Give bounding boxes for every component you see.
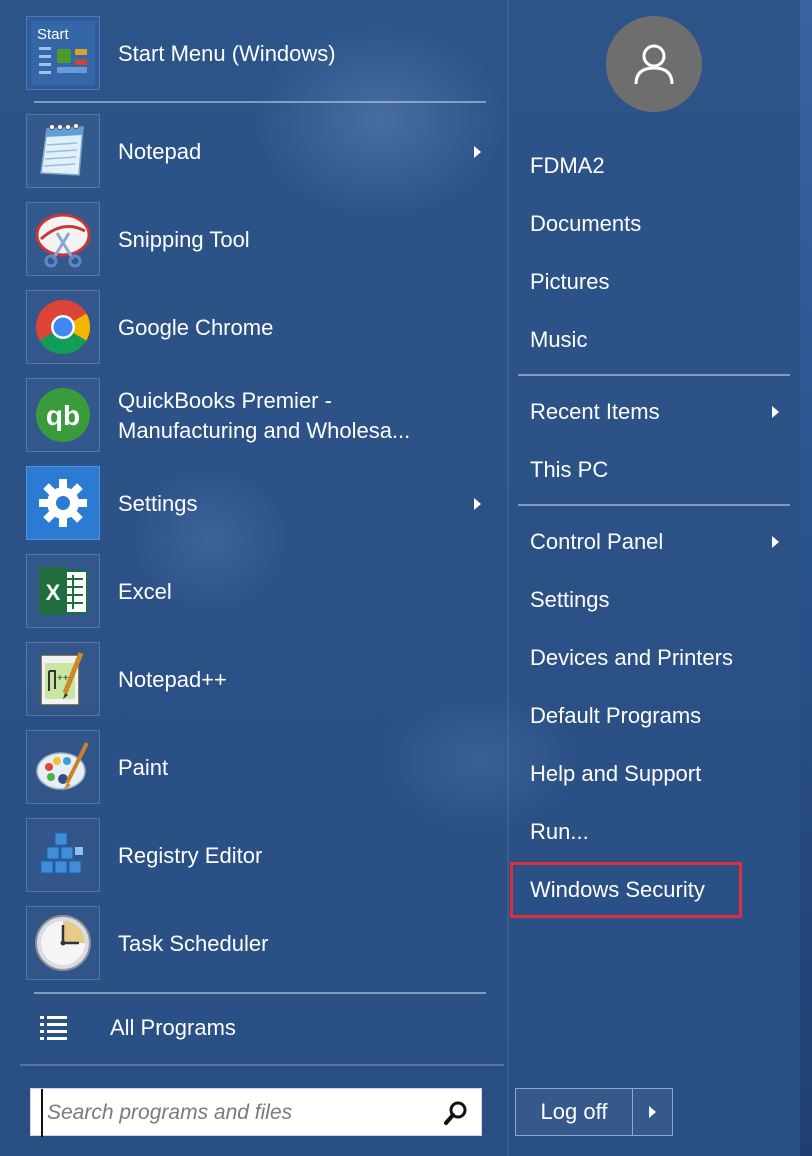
program-label: Settings [118,491,198,516]
program-settings[interactable]: Settings [26,466,486,542]
search-icon[interactable] [443,1100,469,1131]
right-item-run[interactable]: Run... [530,812,589,852]
power-button-group: Log off [515,1088,673,1136]
submenu-arrow-icon [772,536,779,548]
program-notepad[interactable]: Notepad [26,114,486,190]
pinned-label: Start Menu (Windows) [118,41,336,66]
search-separator [20,1064,504,1066]
program-quickbooks[interactable]: qb QuickBooks Premier - Manufacturing an… [26,378,486,454]
right-separator-2 [518,504,790,506]
program-label: Notepad [118,139,202,164]
excel-icon: X [26,554,100,628]
list-icon [40,1014,68,1047]
program-excel[interactable]: X Excel [26,554,486,630]
start-menu: Start Start Menu (Windows) Notepad Snipp… [0,0,812,1156]
user-avatar-icon[interactable] [606,16,702,112]
program-label: Notepad++ [118,667,227,692]
registry-editor-icon [26,818,100,892]
right-separator-1 [518,374,790,376]
log-off-button[interactable]: Log off [516,1089,632,1135]
program-label: Paint [118,755,169,780]
programs-separator [34,992,486,994]
power-options-button[interactable] [633,1089,673,1135]
right-item-default-programs[interactable]: Default Programs [530,696,701,736]
search-box[interactable] [30,1088,482,1137]
task-scheduler-clock-icon [26,906,100,980]
program-google-chrome[interactable]: Google Chrome [26,290,486,366]
settings-gear-icon [26,466,100,540]
program-label-line2: Manufacturing and Wholesa... [118,418,411,443]
right-item-pictures[interactable]: Pictures [530,262,609,302]
chrome-icon [26,290,100,364]
paint-palette-icon [26,730,100,804]
program-label: QuickBooks Premier - Manufacturing and W… [118,386,410,446]
program-task-scheduler[interactable]: Task Scheduler [26,906,486,982]
right-item-this-pc[interactable]: This PC [530,450,608,490]
start-menu-app-icon: Start [26,16,100,90]
program-registry-editor[interactable]: Registry Editor [26,818,486,894]
right-item-help-and-support[interactable]: Help and Support [530,754,701,794]
all-programs-button[interactable]: All Programs [36,1006,336,1050]
program-label: Google Chrome [118,315,274,340]
program-label: Excel [118,579,172,604]
column-divider [507,0,509,1156]
program-label: Task Scheduler [118,931,269,956]
submenu-arrow-icon [474,498,481,510]
submenu-arrow-icon [474,146,481,158]
program-notepad-plus-plus[interactable]: ++ Notepad++ [26,642,486,718]
start-icon-text: Start [37,26,70,43]
right-item-documents[interactable]: Documents [530,204,641,244]
right-item-devices-and-printers[interactable]: Devices and Printers [530,638,733,678]
submenu-arrow-icon [772,406,779,418]
highlight-box [510,862,742,918]
pinned-separator [34,101,486,103]
chevron-right-icon [649,1106,656,1118]
quickbooks-icon-text: qb [46,400,80,431]
pinned-start-menu-item[interactable]: Start Start Menu (Windows) [26,16,486,92]
program-snipping-tool[interactable]: Snipping Tool [26,202,486,278]
right-item-settings[interactable]: Settings [530,580,610,620]
all-programs-label: All Programs [110,1015,236,1040]
program-label: Registry Editor [118,843,263,868]
right-item-recent-items[interactable]: Recent Items [530,392,660,432]
window-edge [800,0,812,1156]
program-label: Snipping Tool [118,227,250,252]
right-item-music[interactable]: Music [530,320,587,360]
excel-icon-text: X [46,580,61,605]
right-item-user-folder[interactable]: FDMA2 [530,146,605,186]
snipping-tool-icon [26,202,100,276]
right-item-control-panel[interactable]: Control Panel [530,522,663,562]
notepad-plus-plus-icon: ++ [26,642,100,716]
program-paint[interactable]: Paint [26,730,486,806]
quickbooks-icon: qb [26,378,100,452]
search-input[interactable] [41,1089,439,1137]
notepad-icon [26,114,100,188]
program-label-line1: QuickBooks Premier - [118,388,332,413]
